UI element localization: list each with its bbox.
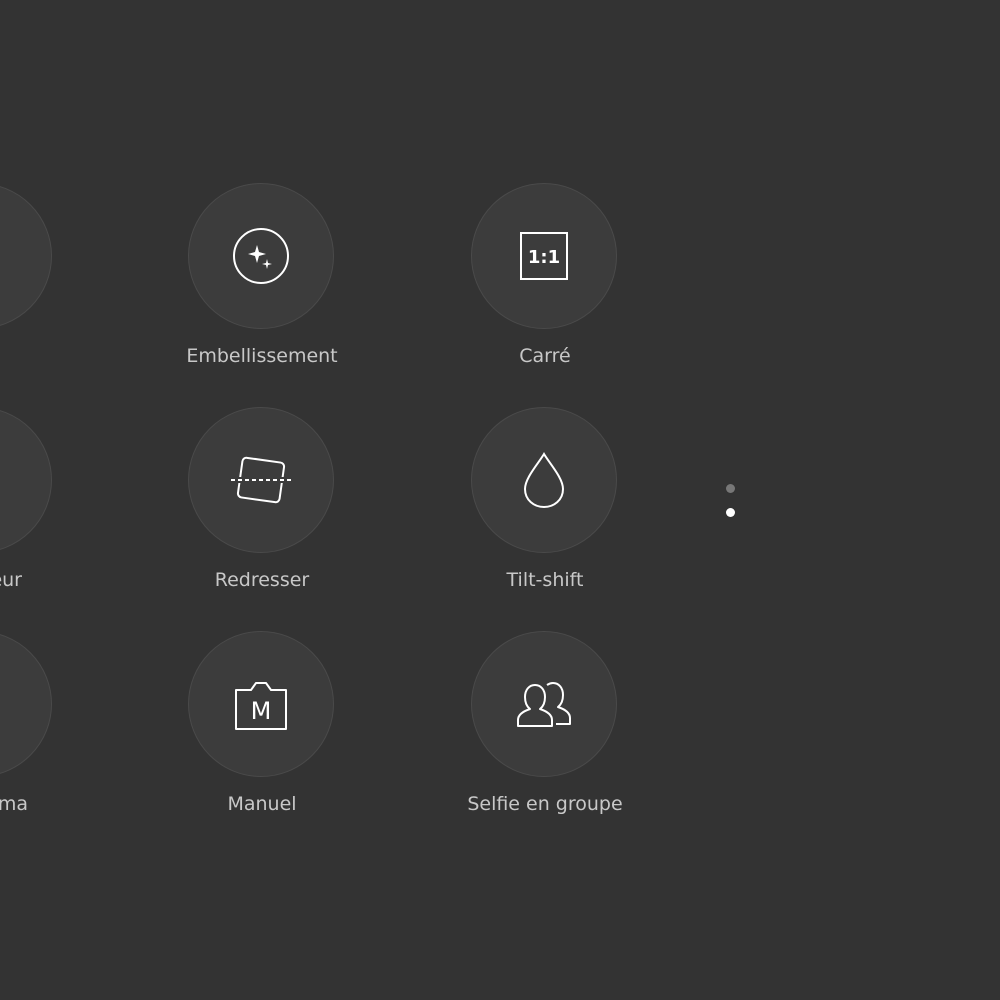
mode-partial-3[interactable]: ma bbox=[0, 631, 100, 831]
selfie-en-groupe-button[interactable] bbox=[471, 631, 617, 777]
mode-tilt-shift[interactable]: Tilt-shift bbox=[425, 407, 665, 607]
page-indicator bbox=[724, 482, 736, 522]
straighten-icon bbox=[231, 456, 291, 504]
mode-redresser[interactable]: Redresser bbox=[142, 407, 382, 607]
square-1-1-icon: 1:1 bbox=[520, 232, 568, 280]
manual-camera-icon: M bbox=[235, 682, 287, 730]
redresser-button[interactable] bbox=[188, 407, 334, 553]
page-dot-2-active[interactable] bbox=[726, 508, 735, 517]
partial-mode-icon bbox=[0, 450, 9, 510]
embellissement-button[interactable] bbox=[188, 183, 334, 329]
mode-embellissement[interactable]: Embellissement bbox=[142, 183, 382, 383]
group-selfie-icon bbox=[517, 682, 571, 727]
page-dot-1[interactable] bbox=[726, 484, 735, 493]
mode-partial-1[interactable]: o bbox=[0, 183, 100, 383]
embellissement-label: Embellissement bbox=[186, 345, 338, 367]
manual-icon-text: M bbox=[251, 697, 272, 725]
mode-carre[interactable]: 1:1 Carré bbox=[425, 183, 665, 383]
manuel-button[interactable]: M bbox=[188, 631, 334, 777]
mode-partial-3-label: ma bbox=[0, 793, 28, 815]
tilt-shift-label: Tilt-shift bbox=[506, 569, 584, 591]
mode-partial-2-label: eur bbox=[0, 569, 22, 591]
camera-modes-screen: o Embellissement 1:1 Carré eur bbox=[0, 0, 1000, 1000]
partial-mode-icon bbox=[0, 674, 9, 734]
carre-label: Carré bbox=[519, 345, 571, 367]
carre-button[interactable]: 1:1 bbox=[471, 183, 617, 329]
selfie-en-groupe-label: Selfie en groupe bbox=[467, 793, 623, 815]
mode-partial-3-button[interactable] bbox=[0, 631, 52, 777]
droplet-icon bbox=[523, 452, 565, 509]
partial-mode-icon bbox=[0, 226, 9, 286]
sparkles-icon bbox=[233, 228, 289, 284]
mode-selfie-en-groupe[interactable]: Selfie en groupe bbox=[425, 631, 665, 831]
square-icon-text: 1:1 bbox=[528, 247, 560, 268]
mode-partial-1-button[interactable] bbox=[0, 183, 52, 329]
mode-partial-2-button[interactable] bbox=[0, 407, 52, 553]
mode-manuel[interactable]: M Manuel bbox=[142, 631, 382, 831]
mode-partial-2[interactable]: eur bbox=[0, 407, 100, 607]
redresser-label: Redresser bbox=[214, 569, 310, 591]
manuel-label: Manuel bbox=[227, 793, 297, 815]
tilt-shift-button[interactable] bbox=[471, 407, 617, 553]
